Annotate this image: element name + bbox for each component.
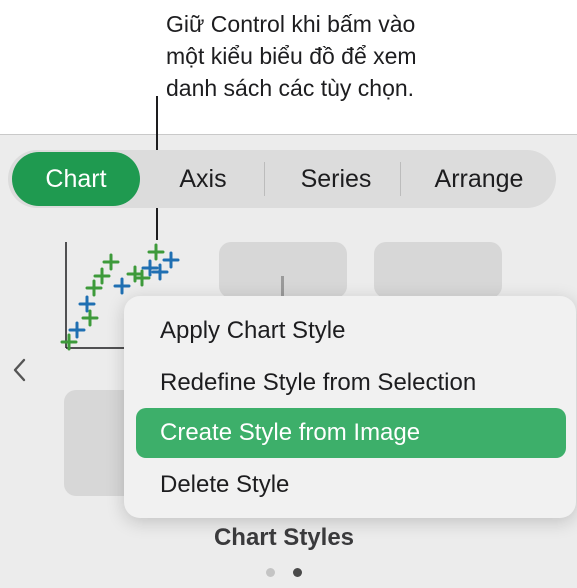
page-dot-2[interactable] xyxy=(293,568,302,577)
tab-chart[interactable]: Chart xyxy=(12,152,140,206)
menu-item-delete-style[interactable]: Delete Style xyxy=(136,460,566,510)
menu-item-redefine-style[interactable]: Redefine Style from Selection xyxy=(136,358,566,408)
inspector-tab-bar: Chart Axis Series Arrange xyxy=(8,150,556,208)
tab-series[interactable]: Series xyxy=(272,150,400,208)
chevron-left-icon[interactable] xyxy=(10,356,30,384)
page-dot-1[interactable] xyxy=(266,568,275,577)
tab-arrange[interactable]: Arrange xyxy=(406,150,552,208)
callout-line-3: danh sách các tùy chọn. xyxy=(166,75,415,101)
tab-axis[interactable]: Axis xyxy=(148,150,258,208)
chart-style-thumbnail[interactable] xyxy=(374,242,502,298)
menu-item-apply-chart-style[interactable]: Apply Chart Style xyxy=(136,306,566,356)
tab-separator xyxy=(400,162,401,196)
callout-text: Giữ Control khi bấm vào một kiểu biểu đồ… xyxy=(166,8,566,104)
chart-style-thumbnail[interactable] xyxy=(219,242,347,298)
callout-line-1: Giữ Control khi bấm vào xyxy=(166,11,416,37)
tab-separator xyxy=(264,162,265,196)
context-menu: Apply Chart Style Redefine Style from Se… xyxy=(124,296,576,518)
chart-style-thumbnail[interactable] xyxy=(64,390,124,496)
chart-bar-glyph xyxy=(281,276,284,298)
callout-line-2: một kiểu biểu đồ để xem xyxy=(166,43,417,69)
menu-item-create-style-from-image[interactable]: Create Style from Image xyxy=(136,408,566,458)
chart-styles-label: Chart Styles xyxy=(213,524,355,551)
